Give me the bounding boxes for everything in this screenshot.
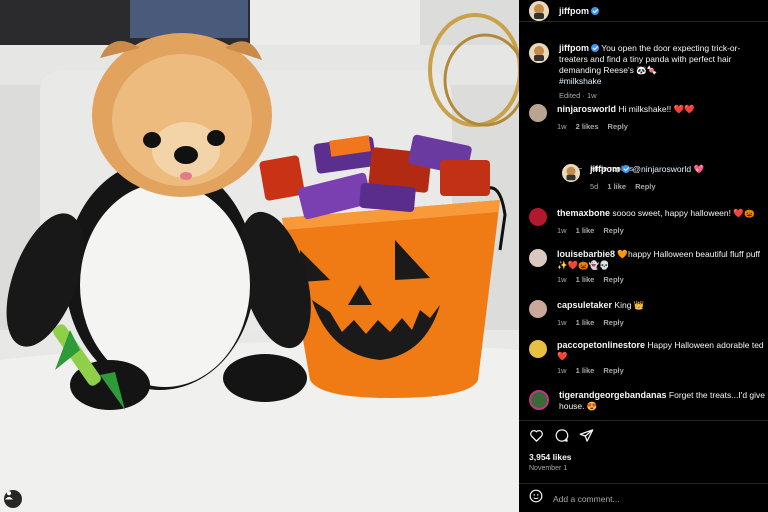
reply-button[interactable]: Reply bbox=[608, 122, 628, 131]
reply-button[interactable]: Reply bbox=[603, 366, 623, 375]
comment-likes[interactable]: 1 like bbox=[576, 275, 595, 284]
comment-username[interactable]: tigerandgeorgebandanas bbox=[559, 390, 667, 400]
comment-item: capsuletaker King 👑 1w 1 like Reply bbox=[529, 300, 768, 328]
comment-likes[interactable]: 1 like bbox=[576, 366, 595, 375]
comment-time: 1w bbox=[557, 122, 567, 131]
comment-time: 1w bbox=[557, 318, 567, 327]
post-header: jiffpom bbox=[519, 0, 768, 22]
caption-username[interactable]: jiffpom bbox=[559, 43, 589, 53]
comment-text: soooo sweet, happy halloween! ❤️🎃 bbox=[612, 208, 755, 218]
comment-username[interactable]: capsuletaker bbox=[557, 300, 612, 310]
caption-hashtag[interactable]: #milkshake bbox=[559, 76, 602, 86]
comment-username[interactable]: themaxbone bbox=[557, 208, 610, 218]
comment-item: themaxbone soooo sweet, happy halloween!… bbox=[529, 208, 768, 236]
reply-button[interactable]: Reply bbox=[635, 182, 655, 191]
post-caption: jiffpom You open the door expecting tric… bbox=[529, 43, 768, 101]
post-date: November 1 bbox=[529, 465, 568, 472]
comment-item: ninjarosworld Hi milkshake!! ❤️❤️ 1w 2 li… bbox=[529, 104, 768, 132]
post-actions: 3,954 likes November 1 bbox=[519, 420, 768, 512]
comment-username[interactable]: ninjarosworld bbox=[557, 104, 616, 114]
comment-time: 1w bbox=[557, 226, 567, 235]
comment-username[interactable]: louisebarbie8 bbox=[557, 249, 615, 259]
reply-item: jiffpom @ninjarosworld 💖 5d 1 like Reply bbox=[562, 164, 768, 192]
comment-text: 💖 bbox=[691, 164, 705, 174]
comment-text: Hi milkshake!! ❤️❤️ bbox=[618, 104, 695, 114]
comment-username[interactable]: paccopetonlinestore bbox=[557, 340, 645, 350]
avatar[interactable] bbox=[529, 104, 547, 122]
author-avatar[interactable] bbox=[529, 0, 549, 21]
avatar[interactable] bbox=[529, 390, 549, 410]
comment-text-continued: ❤️ bbox=[557, 351, 568, 361]
comment-likes[interactable]: 1 like bbox=[576, 226, 595, 235]
mention-link[interactable]: @ninjarosworld bbox=[632, 164, 691, 174]
comment-text-continued: house. 😍 bbox=[559, 401, 598, 411]
add-comment-bar bbox=[519, 483, 768, 512]
verified-badge-icon bbox=[591, 6, 599, 15]
emoji-icon[interactable] bbox=[529, 489, 543, 508]
verified-badge-icon bbox=[622, 165, 630, 173]
author-avatar[interactable] bbox=[529, 43, 549, 63]
post-sidebar: jiffpom jiffpom You open the door expect… bbox=[519, 0, 768, 512]
edited-time: 1w bbox=[586, 91, 597, 100]
comment-item: paccopetonlinestore Happy Halloween ador… bbox=[529, 340, 768, 376]
comment-time: 5d bbox=[590, 182, 599, 191]
comment-likes[interactable]: 1 like bbox=[576, 318, 595, 327]
comment-item: tigerandgeorgebandanas Forget the treats… bbox=[529, 390, 768, 412]
comment-text: Forget the treats...I'd give bbox=[668, 390, 766, 400]
avatar[interactable] bbox=[529, 249, 547, 267]
heart-icon[interactable] bbox=[529, 428, 544, 448]
comment-text: King 👑 bbox=[614, 300, 645, 310]
comment-username[interactable]: jiffpom bbox=[590, 164, 620, 174]
comment-item: louisebarbie8 🧡happy Halloween beautiful… bbox=[529, 249, 768, 285]
reply-button[interactable]: Reply bbox=[603, 318, 623, 327]
author-username[interactable]: jiffpom bbox=[559, 6, 589, 16]
share-icon[interactable] bbox=[579, 428, 594, 448]
reply-button[interactable]: Reply bbox=[603, 226, 623, 235]
photo-illustration bbox=[0, 0, 519, 512]
comment-text-continued: ✨❤️🎃👻💀 bbox=[557, 260, 610, 270]
verified-badge-icon bbox=[591, 44, 599, 52]
comment-time: 1w bbox=[557, 275, 567, 284]
avatar[interactable] bbox=[562, 164, 580, 182]
comment-text: Happy Halloween adorable ted bbox=[647, 340, 764, 350]
avatar[interactable] bbox=[529, 340, 547, 358]
comment-likes[interactable]: 1 like bbox=[607, 182, 626, 191]
comments-scroll[interactable]: jiffpom You open the door expecting tric… bbox=[519, 22, 768, 420]
comment-text: 🧡happy Halloween beautiful fluff puff bbox=[617, 249, 760, 259]
reply-button[interactable]: Reply bbox=[603, 275, 623, 284]
comment-time: 1w bbox=[557, 366, 567, 375]
edited-label: Edited bbox=[559, 91, 581, 100]
post-photo[interactable] bbox=[0, 0, 519, 512]
avatar[interactable] bbox=[529, 208, 547, 226]
comment-likes[interactable]: 2 likes bbox=[576, 122, 599, 131]
tag-user-icon[interactable] bbox=[4, 490, 22, 508]
comment-icon[interactable] bbox=[554, 428, 569, 448]
avatar[interactable] bbox=[529, 300, 547, 318]
likes-count[interactable]: 3,954 likes bbox=[529, 452, 572, 462]
add-comment-input[interactable] bbox=[553, 493, 753, 504]
